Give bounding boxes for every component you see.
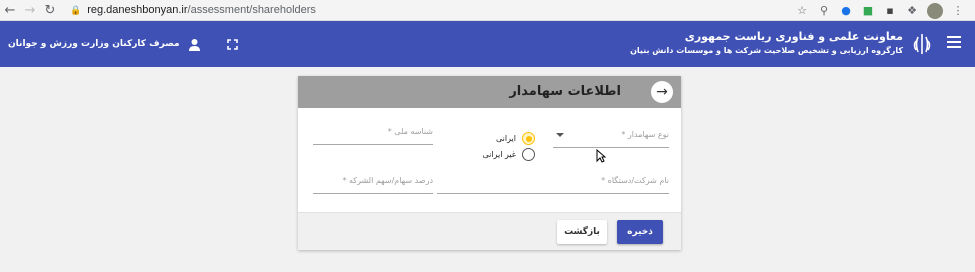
radio-non-iranian-label: غیر ایرانی <box>482 150 516 159</box>
fullscreen-icon[interactable] <box>226 37 240 51</box>
radio-checked-icon[interactable] <box>522 132 535 145</box>
extension-green-icon[interactable]: ■ <box>861 4 875 18</box>
company-name-label: نام شرکت/دستگاه * <box>601 176 669 185</box>
company-name-input[interactable]: نام شرکت/دستگاه * <box>437 176 669 194</box>
reload-icon[interactable]: ↻ <box>40 0 60 20</box>
form-title: اطلاعات سهامدار <box>509 84 621 99</box>
hamburger-menu-icon[interactable] <box>947 36 961 48</box>
lock-icon: 🔒 <box>70 4 82 15</box>
chevron-down-icon <box>556 133 564 137</box>
browser-toolbar: ← → ↻ 🔒 reg.daneshbonyan.ir /assessment/… <box>0 0 975 21</box>
zoom-icon[interactable]: ⚲ <box>817 4 831 18</box>
org-subtitle: کارگروه ارزیابی و تشخیص صلاحیت شرکت ها و… <box>630 46 903 55</box>
card-header: → اطلاعات سهامدار <box>298 76 681 108</box>
star-icon[interactable]: ☆ <box>795 4 809 18</box>
shareholder-form-card: → اطلاعات سهامدار نوع سهامدار * ایرانی غ… <box>298 76 681 250</box>
save-button[interactable]: ذخیره <box>617 220 663 244</box>
radio-unchecked-icon[interactable] <box>522 148 535 161</box>
back-button[interactable]: بازگشت <box>557 220 607 244</box>
url-domain: reg.daneshbonyan.ir <box>87 4 188 16</box>
shareholder-type-select[interactable]: نوع سهامدار * <box>553 130 669 148</box>
url-path: /assessment/shareholders <box>187 4 316 16</box>
radio-iranian-label: ایرانی <box>496 134 516 143</box>
national-id-label: شناسه ملی * <box>387 127 433 136</box>
national-id-input[interactable]: شناسه ملی * <box>313 127 433 145</box>
org-title: معاونت علمی و فناوری ریاست جمهوری <box>684 30 903 43</box>
puzzle-icon[interactable]: ❖ <box>905 4 919 18</box>
radio-non-iranian[interactable]: غیر ایرانی <box>482 148 535 161</box>
app-header: معاونت علمی و فناوری ریاست جمهوری کارگرو… <box>0 21 975 67</box>
shareholder-type-label: نوع سهامدار * <box>621 130 669 139</box>
radio-iranian[interactable]: ایرانی <box>496 132 535 145</box>
extension-blue-icon[interactable]: ● <box>839 4 853 18</box>
address-bar[interactable]: 🔒 reg.daneshbonyan.ir /assessment/shareh… <box>70 4 316 16</box>
forward-arrow-icon[interactable]: → <box>20 0 40 20</box>
share-percent-label: درصد سهام/سهم الشرکه * <box>342 176 433 185</box>
share-percent-input[interactable]: درصد سهام/سهم الشرکه * <box>313 176 433 194</box>
iran-emblem-logo <box>909 30 935 58</box>
account-icon[interactable] <box>188 37 202 51</box>
menu-dots-icon[interactable]: ⋮ <box>951 4 965 18</box>
card-footer: ذخیره بازگشت <box>298 212 681 250</box>
user-name[interactable]: مصرف کارکنان وزارت ورزش و جوانان <box>8 39 180 49</box>
extension-dark-icon[interactable]: ▪ <box>883 4 897 18</box>
profile-avatar[interactable] <box>927 2 943 19</box>
back-arrow-button[interactable]: → <box>651 81 673 103</box>
mouse-cursor-icon <box>596 148 607 167</box>
back-arrow-icon[interactable]: ← <box>0 0 20 20</box>
